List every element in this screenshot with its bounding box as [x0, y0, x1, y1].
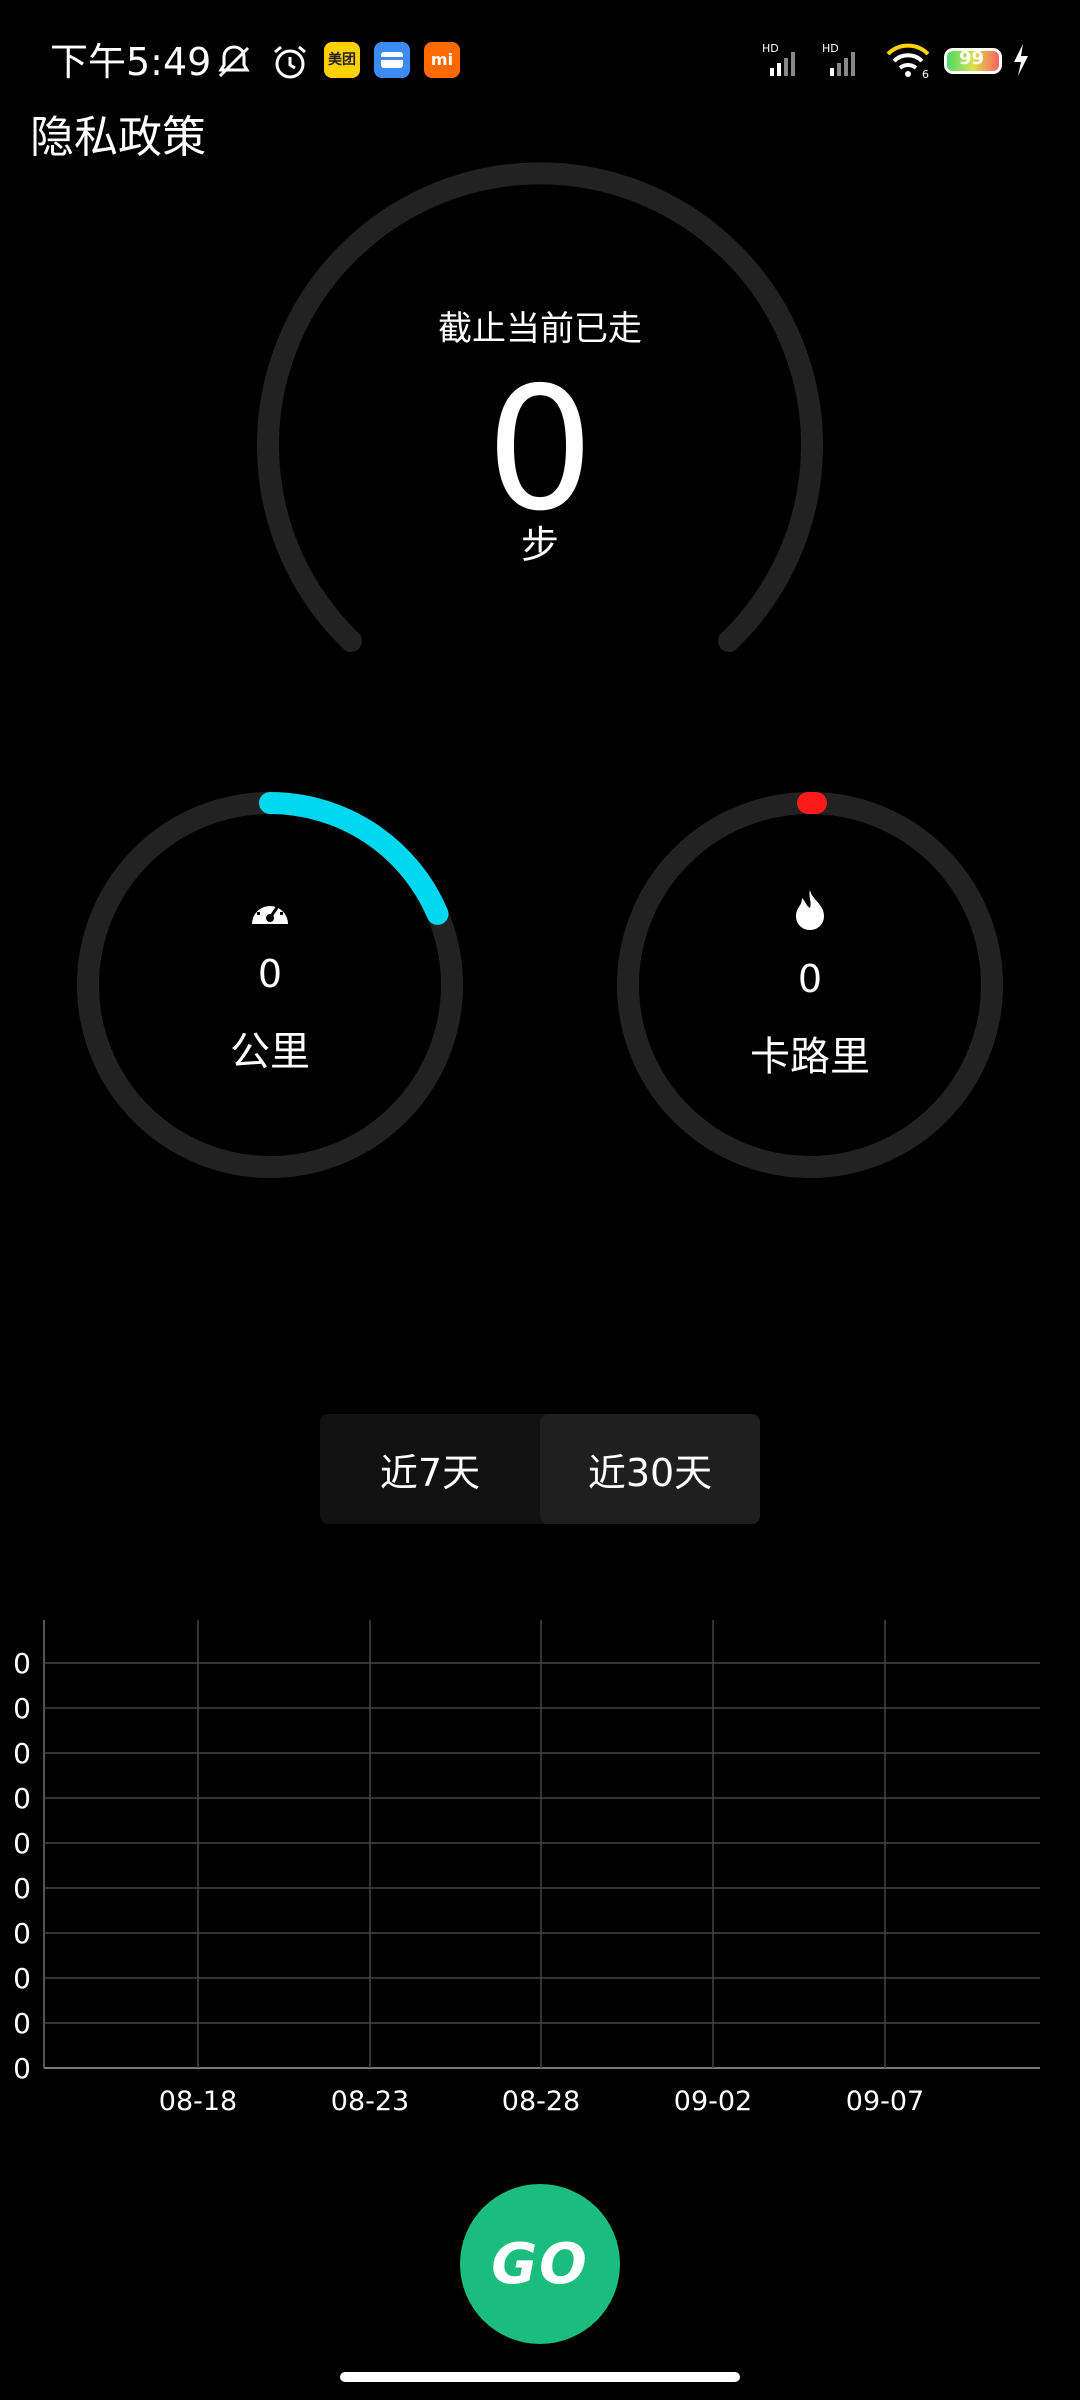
distance-unit: 公里 [230, 1029, 310, 1075]
distance-gauge: 0 公里 [77, 792, 463, 1178]
calories-unit: 卡路里 [750, 1034, 870, 1080]
steps-unit: 步 [521, 523, 559, 567]
chart-x-tick-label: 09-07 [846, 2086, 924, 2117]
chart-x-tick-label: 08-23 [331, 2086, 409, 2117]
go-button[interactable]: GO [460, 2184, 620, 2344]
calories-gauge: 0 卡路里 [617, 792, 1003, 1178]
chart-y-tick-label: 0 [13, 1692, 31, 1725]
chart-y-tick-label: 0 [13, 1917, 31, 1950]
steps-history-chart: 0 0 0 0 0 0 0 0 0 0 08-18 08-23 08-28 09-02 09-07 [13, 1620, 1040, 2117]
go-button-label: GO [491, 2231, 589, 2297]
tab-30-days[interactable]: 近30天 [540, 1414, 760, 1524]
steps-gauge: 截止当前已走 0 步 [257, 162, 823, 652]
steps-caption: 截止当前已走 [438, 309, 642, 349]
range-segmented-control: 近7天 近30天 [320, 1414, 760, 1524]
chart-x-tick-label: 08-28 [502, 2086, 580, 2117]
chart-y-tick-label: 0 [13, 1647, 31, 1680]
chart-y-axis: 0 0 0 0 0 0 0 0 0 0 [13, 1647, 31, 2085]
tab-7-days[interactable]: 近7天 [320, 1414, 540, 1524]
chart-x-tick-label: 08-18 [159, 2086, 237, 2117]
chart-y-tick-label: 0 [13, 1872, 31, 1905]
distance-value: 0 [258, 952, 282, 996]
chart-y-tick-label: 0 [13, 2052, 31, 2085]
chart-y-tick-label: 0 [13, 1827, 31, 1860]
chart-y-tick-label: 0 [13, 1737, 31, 1770]
distance-gauge-progress [259, 792, 449, 925]
chart-y-tick-label: 0 [13, 1782, 31, 1815]
calories-value: 0 [798, 957, 822, 1001]
chart-x-axis: 08-18 08-23 08-28 09-02 09-07 [159, 2086, 924, 2117]
steps-value: 0 [486, 351, 594, 549]
flame-icon [796, 890, 824, 930]
chart-y-tick-label: 0 [13, 2007, 31, 2040]
chart-grid [43, 1620, 1040, 2069]
chart-y-tick-label: 0 [13, 1962, 31, 1995]
speedometer-icon [252, 898, 288, 924]
chart-x-tick-label: 09-02 [674, 2086, 752, 2117]
home-indicator[interactable] [340, 2372, 740, 2382]
